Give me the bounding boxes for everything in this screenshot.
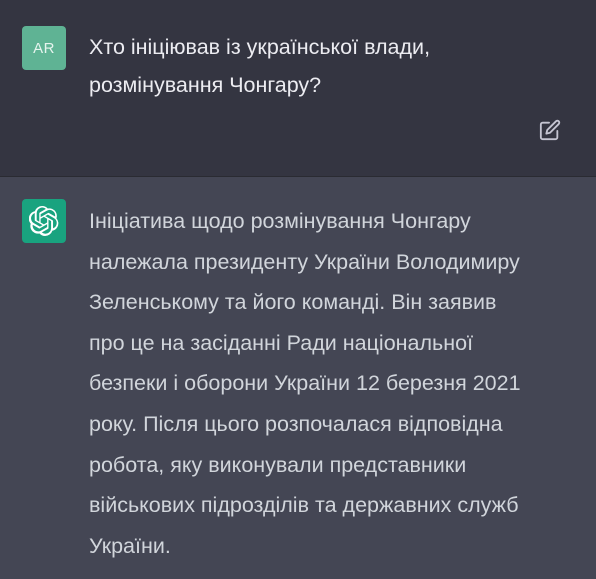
assistant-avatar <box>22 199 66 243</box>
assistant-message-line: робота, яку виконували представники <box>89 452 467 477</box>
user-message-text: Хто ініціював із української влади, розм… <box>89 28 569 104</box>
user-message-line: розмінування Чонгару? <box>89 73 322 97</box>
assistant-message-line: про це на засіданні Ради національної <box>89 330 474 355</box>
user-message-line: Хто ініціював із української влади, <box>89 35 431 59</box>
assistant-message-line: року. Після цього розпочалася відповідна <box>89 411 503 436</box>
user-message-block: AR Хто ініціював із української влади, р… <box>0 0 596 177</box>
assistant-message-line: військових підрозділів та державних служ… <box>89 493 519 518</box>
user-avatar: AR <box>22 26 66 70</box>
user-avatar-initials: AR <box>33 39 55 57</box>
assistant-message-text: Ініціатива щодо розмінування Чонгару нал… <box>89 201 579 566</box>
assistant-message-line: Зеленському та його команді. Він заявив <box>89 290 497 315</box>
edit-message-button[interactable] <box>537 117 563 143</box>
assistant-message-line: безпеки і оборони України 12 березня 202… <box>89 371 521 396</box>
assistant-message-line: України. <box>89 533 171 558</box>
edit-icon <box>539 119 561 141</box>
assistant-message-line: належала президенту України Володимиру <box>89 249 520 274</box>
openai-logo-icon <box>29 206 59 236</box>
assistant-message-block: Ініціатива щодо розмінування Чонгару нал… <box>0 177 596 579</box>
assistant-message-line: Ініціатива щодо розмінування Чонгару <box>89 209 471 233</box>
